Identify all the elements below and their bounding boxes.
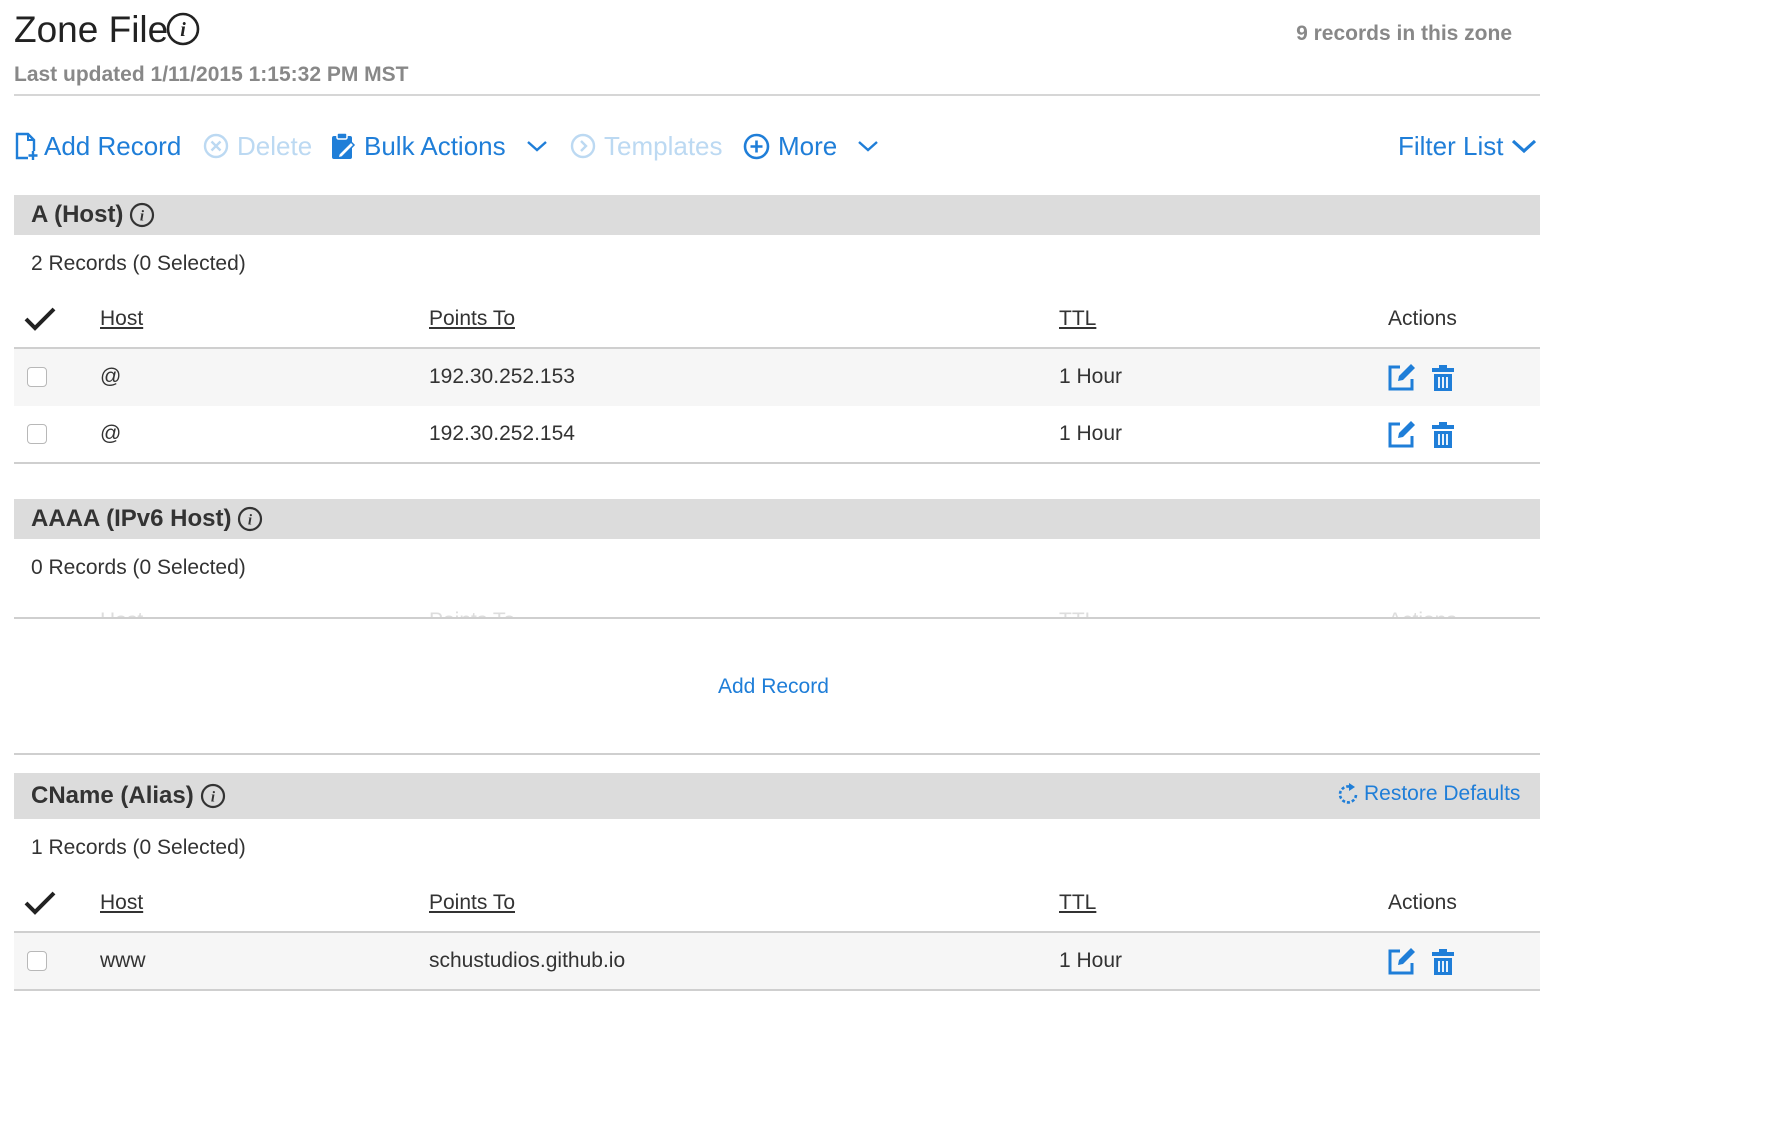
- table-row: [14, 349, 1540, 406]
- more-dropdown[interactable]: More: [743, 126, 879, 166]
- table-divider: [14, 462, 1540, 464]
- plus-circle-icon: [743, 133, 770, 159]
- row-points-to: 192.30.252.153: [429, 365, 575, 388]
- add-document-icon: [15, 132, 38, 160]
- section-title-aaaa: AAAA (IPv6 Host) i: [31, 503, 263, 535]
- filter-list-dropdown[interactable]: Filter List: [1398, 126, 1537, 166]
- section-divider: [14, 753, 1540, 755]
- trash-icon[interactable]: [1431, 421, 1455, 449]
- column-header-actions: Actions: [1388, 891, 1457, 914]
- edit-icon[interactable]: [1387, 946, 1417, 976]
- svg-text:i: i: [248, 513, 253, 529]
- table-divider: [14, 617, 1540, 619]
- svg-text:i: i: [140, 209, 145, 225]
- last-updated-text: Last updated 1/11/2015 1:15:32 PM MST: [14, 63, 409, 86]
- row-host: www: [100, 949, 146, 972]
- column-header-points-to[interactable]: Points To: [429, 307, 515, 331]
- column-header-ttl[interactable]: TTL: [1059, 307, 1096, 331]
- delete-label: Delete: [237, 130, 313, 161]
- section-a-record-count: 2 Records (0 Selected): [31, 252, 246, 275]
- section-title-a-label: A (Host): [31, 201, 124, 228]
- delete-circle-icon: [203, 133, 229, 159]
- add-record-button[interactable]: Add Record: [14, 126, 181, 166]
- column-header-host[interactable]: Host: [100, 891, 143, 915]
- restore-defaults-label: Restore Defaults: [1364, 782, 1521, 805]
- edit-icon[interactable]: [1387, 362, 1417, 392]
- zone-file-page: Zone File i 9 records in this zone Last …: [0, 0, 1772, 1144]
- row-checkbox[interactable]: [27, 951, 47, 971]
- chevron-down-icon: [526, 141, 547, 152]
- bulk-actions-label: Bulk Actions: [364, 130, 506, 161]
- column-header-actions: Actions: [1388, 307, 1457, 330]
- section-aaaa-record-count: 0 Records (0 Selected): [31, 556, 246, 579]
- section-title-cname-label: CName (Alias): [31, 782, 194, 809]
- zone-record-count: 9 records in this zone: [1296, 22, 1512, 45]
- add-record-link[interactable]: Add Record: [718, 675, 829, 699]
- column-header-host[interactable]: Host: [100, 307, 143, 331]
- chevron-down-icon: [1512, 139, 1537, 154]
- edit-icon[interactable]: [1387, 419, 1417, 449]
- delete-button[interactable]: Delete: [203, 126, 312, 166]
- restore-defaults-button[interactable]: Restore Defaults: [1336, 782, 1520, 806]
- section-header-cname: [14, 773, 1540, 819]
- more-label: More: [778, 130, 838, 161]
- clipboard-edit-icon: [332, 132, 356, 160]
- templates-button[interactable]: Templates: [570, 126, 723, 166]
- filter-list-label: Filter List: [1398, 130, 1504, 161]
- collapsed-column-headers: Host Points To TTL Actions: [14, 600, 1540, 618]
- svg-text:i: i: [211, 790, 216, 806]
- column-header-points-to[interactable]: Points To: [429, 891, 515, 915]
- header-divider: [14, 94, 1540, 96]
- info-icon[interactable]: i: [200, 783, 226, 809]
- svg-text:i: i: [180, 19, 186, 41]
- row-points-to: 192.30.252.154: [429, 422, 575, 445]
- section-header-a: [14, 195, 1540, 235]
- info-icon[interactable]: i: [129, 202, 155, 228]
- trash-icon[interactable]: [1431, 948, 1455, 976]
- info-icon[interactable]: i: [166, 12, 200, 46]
- row-ttl: 1 Hour: [1059, 365, 1123, 388]
- select-all-checkmark-icon[interactable]: [24, 306, 56, 332]
- row-ttl: 1 Hour: [1059, 949, 1123, 972]
- refresh-icon: [1338, 783, 1358, 804]
- page-title: Zone File: [14, 9, 169, 50]
- table-row: [14, 406, 1540, 463]
- trash-icon[interactable]: [1431, 364, 1455, 392]
- info-icon[interactable]: i: [237, 506, 263, 532]
- row-host: @: [100, 422, 122, 445]
- add-record-label: Add Record: [44, 130, 182, 161]
- table-row: [14, 933, 1540, 990]
- section-cname-record-count: 1 Records (0 Selected): [31, 836, 246, 859]
- row-checkbox[interactable]: [27, 424, 47, 444]
- row-checkbox[interactable]: [27, 367, 47, 387]
- section-title-aaaa-label: AAAA (IPv6 Host): [31, 505, 232, 532]
- row-host: @: [100, 365, 122, 388]
- column-header-ttl[interactable]: TTL: [1059, 891, 1096, 915]
- section-title-cname: CName (Alias) i: [31, 780, 226, 812]
- chevron-down-icon: [858, 141, 879, 152]
- bulk-actions-dropdown[interactable]: Bulk Actions: [330, 126, 548, 166]
- section-title-a: A (Host) i: [31, 199, 155, 231]
- templates-label: Templates: [604, 130, 723, 161]
- chevron-circle-icon: [570, 133, 596, 159]
- row-ttl: 1 Hour: [1059, 422, 1123, 445]
- row-points-to: schustudios.github.io: [429, 949, 626, 972]
- select-all-checkmark-icon[interactable]: [24, 890, 56, 916]
- table-divider: [14, 989, 1540, 991]
